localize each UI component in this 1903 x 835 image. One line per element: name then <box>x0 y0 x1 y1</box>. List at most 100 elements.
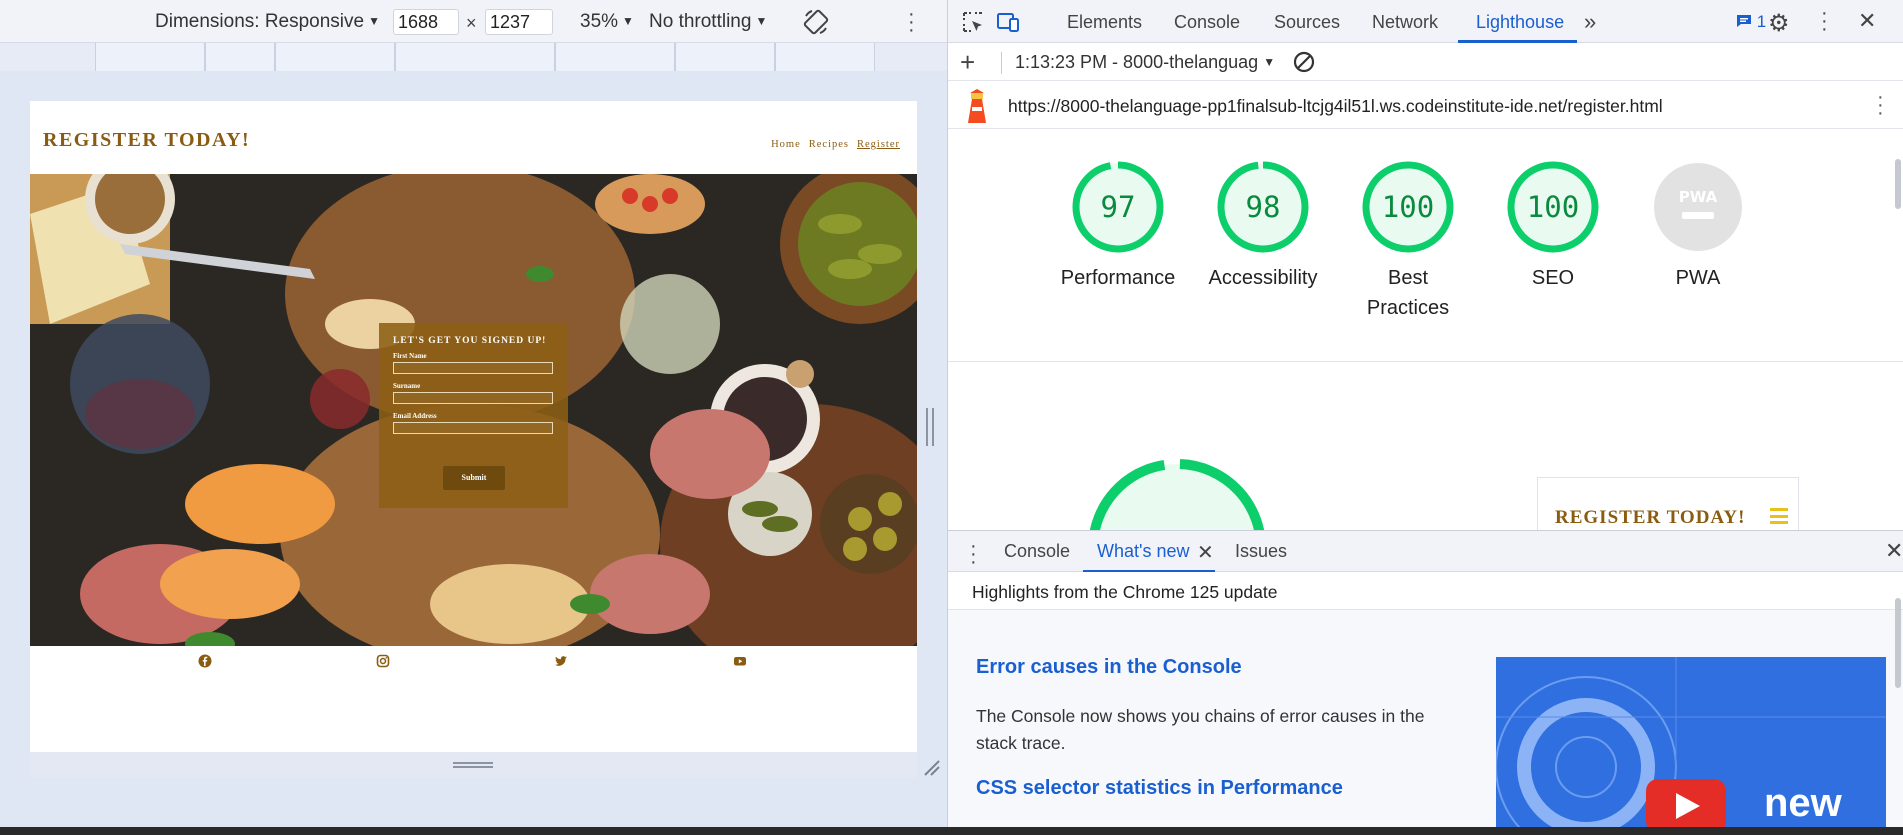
submit-button[interactable]: Submit <box>443 466 505 490</box>
device-toggle-icon[interactable] <box>996 10 1020 34</box>
form-heading: LET'S GET YOU SIGNED UP! <box>393 336 547 346</box>
report-select-value: 1:13:23 PM - 8000-thelanguag <box>1015 52 1259 72</box>
report-menu-icon[interactable]: · · · <box>1877 87 1884 123</box>
drawer-tab-whats-new[interactable]: What's new <box>1097 541 1189 562</box>
score-value: 100 <box>1527 190 1579 224</box>
close-tab-icon[interactable]: ✕ <box>1197 540 1214 565</box>
score-label: SEO <box>1531 267 1575 289</box>
resize-grip-icon[interactable] <box>453 762 493 768</box>
score-gauge-0[interactable]: 97 Performance <box>1048 159 1188 293</box>
report-select[interactable]: 1:13:23 PM - 8000-thelanguag ▼ <box>1015 52 1275 73</box>
customize-menu-icon[interactable]: · · · <box>1821 3 1828 39</box>
tab-lighthouse[interactable]: Lighthouse <box>1476 12 1564 33</box>
more-options-icon[interactable]: · · · <box>908 4 915 40</box>
email-field[interactable] <box>393 422 553 434</box>
inspect-element-icon[interactable] <box>961 10 985 34</box>
drawer-tabbar: · · · Console What's new ✕ Issues ✕ <box>948 530 1903 573</box>
dropdown-arrow-icon: ▼ <box>755 14 768 28</box>
score-label: PWA <box>1675 267 1721 289</box>
dropdown-arrow-icon: ▼ <box>1263 55 1276 69</box>
report-scrollbar[interactable] <box>1895 159 1901 209</box>
preview-title: REGISTER TODAY! <box>1555 507 1746 528</box>
drawer-tab-console[interactable]: Console <box>1004 541 1070 562</box>
drawer-tab-issues[interactable]: Issues <box>1235 541 1287 562</box>
clear-reports-icon[interactable] <box>1292 50 1316 74</box>
devtools-tabbar: Elements Console Sources Network Lightho… <box>948 0 1903 43</box>
score-value: 100 <box>1382 190 1434 224</box>
report-divider <box>948 361 1903 362</box>
site-footer <box>30 646 917 686</box>
dropdown-arrow-icon: ▼ <box>622 14 634 28</box>
lighthouse-report: 97 Performance 98 Accessibility 100 Best Pract… <box>948 129 1903 530</box>
height-input[interactable]: 1237 <box>485 9 553 35</box>
score-label: Best Practices <box>1366 267 1450 319</box>
nav-home[interactable]: Home <box>771 139 801 150</box>
drawer-scrollbar[interactable] <box>1895 598 1901 688</box>
article-description: The Console now shows you chains of erro… <box>976 706 1425 753</box>
score-ring: 97 <box>1072 161 1164 253</box>
first-name-field[interactable] <box>393 362 553 374</box>
score-label: Accessibility <box>1208 267 1318 289</box>
audited-url: https://8000-thelanguage-pp1finalsub-ltc… <box>1008 96 1663 116</box>
score-gauge-2[interactable]: 100 Best Practices <box>1338 159 1478 323</box>
nav-register[interactable]: Register <box>857 139 900 150</box>
highlights-title: Highlights from the Chrome 125 update <box>972 582 1278 602</box>
viewport-resize-bar[interactable] <box>30 752 917 778</box>
article-link-css-selector-stats[interactable]: CSS selector statistics in Performance <box>976 777 1343 800</box>
rotate-icon[interactable] <box>802 8 830 36</box>
zoom-value: 35% <box>580 11 619 32</box>
corner-resize-icon[interactable] <box>921 757 941 777</box>
more-tabs-icon[interactable]: » <box>1584 9 1596 35</box>
throttling-value: No throttling <box>649 11 752 32</box>
score-gauge-4[interactable]: PWA PWA <box>1628 159 1768 293</box>
score-gauge-1[interactable]: 98 Accessibility <box>1193 159 1333 293</box>
first-name-label: First Name <box>393 352 427 360</box>
site-nav: Home Recipes Register <box>771 139 900 150</box>
thumbnail-label: new <box>1764 781 1842 825</box>
throttling-dropdown[interactable]: No throttling ▼ <box>649 11 767 33</box>
score-ring: 100 <box>1362 161 1454 253</box>
width-input[interactable]: 1688 <box>393 9 459 35</box>
close-drawer-icon[interactable]: ✕ <box>1885 538 1903 564</box>
tab-console[interactable]: Console <box>1174 12 1240 33</box>
article-link-error-causes[interactable]: Error causes in the Console <box>976 656 1242 679</box>
settings-gear-icon[interactable]: ⚙ <box>1768 9 1790 38</box>
score-ring: PWA <box>1654 163 1742 251</box>
drawer-menu-icon[interactable]: · · · <box>970 536 977 572</box>
dimension-separator: × <box>466 13 477 33</box>
tab-elements[interactable]: Elements <box>1067 12 1142 33</box>
new-report-icon[interactable]: + <box>960 47 975 78</box>
tab-sources[interactable]: Sources <box>1274 12 1340 33</box>
facebook-icon[interactable] <box>198 654 212 668</box>
device-toolbar: Dimensions: Responsive ▼ 1688 × 1237 35% ▼… <box>0 0 947 43</box>
nav-recipes[interactable]: Recipes <box>809 139 849 150</box>
dropdown-arrow-icon: ▼ <box>368 14 380 28</box>
whats-new-content: Error causes in the Console The Console … <box>948 610 1903 827</box>
lighthouse-toolbar: + 1:13:23 PM - 8000-thelanguag ▼ <box>948 43 1903 81</box>
side-resize-grip-icon[interactable] <box>926 408 934 446</box>
issues-count: 1 <box>1756 12 1767 31</box>
twitter-icon[interactable] <box>554 654 568 668</box>
issues-badge[interactable]: 1 <box>1736 12 1766 32</box>
emulated-page: REGISTER TODAY! Home Recipes Register LE… <box>30 101 917 752</box>
page-screenshot-preview: REGISTER TODAY! <box>1537 477 1799 530</box>
dimensions-label: Dimensions: Responsive <box>155 11 365 32</box>
score-gauge-3[interactable]: 100 SEO <box>1483 159 1623 293</box>
message-icon <box>1737 15 1751 27</box>
media-query-ruler <box>0 43 947 71</box>
dimensions-dropdown[interactable]: Dimensions: Responsive ▼ <box>155 11 380 33</box>
whats-new-video-thumbnail[interactable]: new <box>1496 657 1886 827</box>
devtools-panel: Elements Console Sources Network Lightho… <box>947 0 1903 835</box>
lighthouse-logo-icon <box>968 89 986 123</box>
play-icon[interactable] <box>1646 779 1726 827</box>
site-header: REGISTER TODAY! Home Recipes Register <box>30 101 917 174</box>
surname-field[interactable] <box>393 392 553 404</box>
close-devtools-icon[interactable]: ✕ <box>1858 8 1876 34</box>
score-value: 97 <box>1101 190 1136 224</box>
tab-network[interactable]: Network <box>1372 12 1438 33</box>
lighthouse-url-bar: https://8000-thelanguage-pp1finalsub-ltc… <box>948 81 1903 129</box>
taskbar-edge <box>0 827 1903 835</box>
youtube-icon[interactable] <box>733 654 747 668</box>
zoom-dropdown[interactable]: 35% ▼ <box>580 11 634 33</box>
instagram-icon[interactable] <box>376 654 390 668</box>
